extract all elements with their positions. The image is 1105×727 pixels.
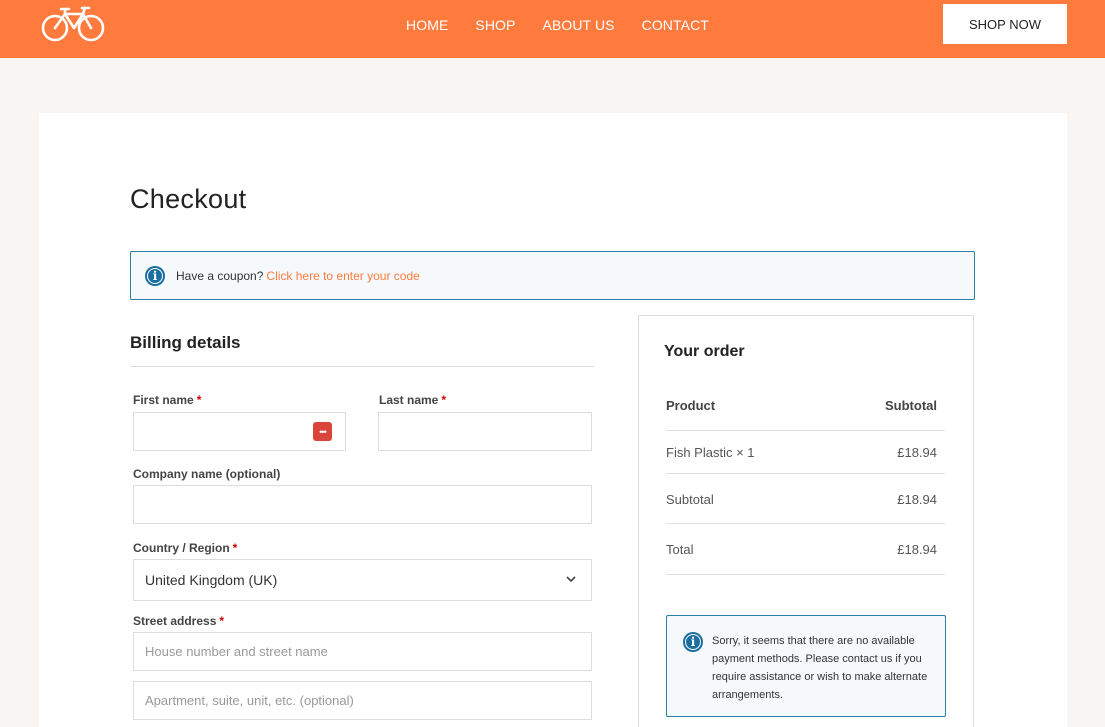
total-row: Total £18.94 — [666, 542, 945, 557]
last-name-label: Last name * — [379, 393, 447, 407]
bicycle-icon[interactable] — [41, 5, 105, 43]
billing-title: Billing details — [130, 333, 241, 352]
required-mark: * — [196, 393, 202, 407]
street-label: Street address * — [133, 614, 225, 628]
coupon-notice: i Have a coupon? Click here to enter you… — [130, 251, 975, 300]
col-product: Product — [666, 398, 716, 413]
subtotal-value: £18.94 — [897, 492, 937, 507]
nav-about-us[interactable]: ABOUT US — [542, 17, 614, 33]
info-icon: i — [145, 265, 165, 286]
order-table-header: Product Subtotal — [666, 398, 945, 413]
last-name-input[interactable] — [378, 412, 592, 451]
top-bar: HOME SHOP ABOUT US CONTACT SHOP NOW — [0, 0, 1105, 58]
chevron-down-icon — [566, 576, 576, 583]
required-mark: * — [232, 541, 238, 555]
divider — [666, 523, 945, 524]
divider — [666, 574, 945, 575]
col-subtotal: Subtotal — [885, 398, 937, 413]
coupon-link[interactable]: Click here to enter your code — [266, 269, 419, 283]
company-label: Company name (optional) — [133, 467, 281, 481]
coupon-text: Have a coupon? — [176, 268, 264, 283]
password-manager-icon[interactable]: ••• — [313, 422, 332, 441]
divider — [666, 430, 945, 431]
main-nav: HOME SHOP ABOUT US CONTACT — [406, 17, 736, 33]
country-select[interactable]: United Kingdom (UK) — [133, 559, 592, 601]
required-mark: * — [441, 393, 447, 407]
subtotal-row: Subtotal £18.94 — [666, 492, 945, 507]
apartment-input[interactable] — [133, 681, 592, 720]
country-label: Country / Region * — [133, 541, 238, 555]
nav-contact[interactable]: CONTACT — [642, 17, 709, 33]
company-input[interactable] — [133, 485, 592, 524]
divider — [666, 473, 945, 474]
shop-now-button[interactable]: SHOP NOW — [943, 4, 1067, 44]
nav-home[interactable]: HOME — [406, 17, 448, 33]
page-title: Checkout — [130, 184, 247, 214]
street-address-input[interactable] — [133, 632, 592, 671]
country-value: United Kingdom (UK) — [145, 572, 278, 588]
divider — [130, 366, 594, 367]
payment-notice-text: Sorry, it seems that there are no availa… — [712, 635, 928, 701]
total-label: Total — [666, 542, 694, 557]
first-name-label: First name * — [133, 393, 202, 407]
info-icon: i — [683, 632, 703, 652]
order-title: Your order — [664, 343, 745, 360]
subtotal-label: Subtotal — [666, 492, 714, 507]
payment-notice: i Sorry, it seems that there are no avai… — [666, 615, 946, 717]
total-value: £18.94 — [897, 542, 937, 557]
item-name: Fish Plastic × 1 — [666, 445, 755, 460]
order-item-row: Fish Plastic × 1 £18.94 — [666, 445, 945, 460]
nav-shop[interactable]: SHOP — [475, 17, 515, 33]
required-mark: * — [219, 614, 225, 628]
item-price: £18.94 — [897, 445, 937, 460]
